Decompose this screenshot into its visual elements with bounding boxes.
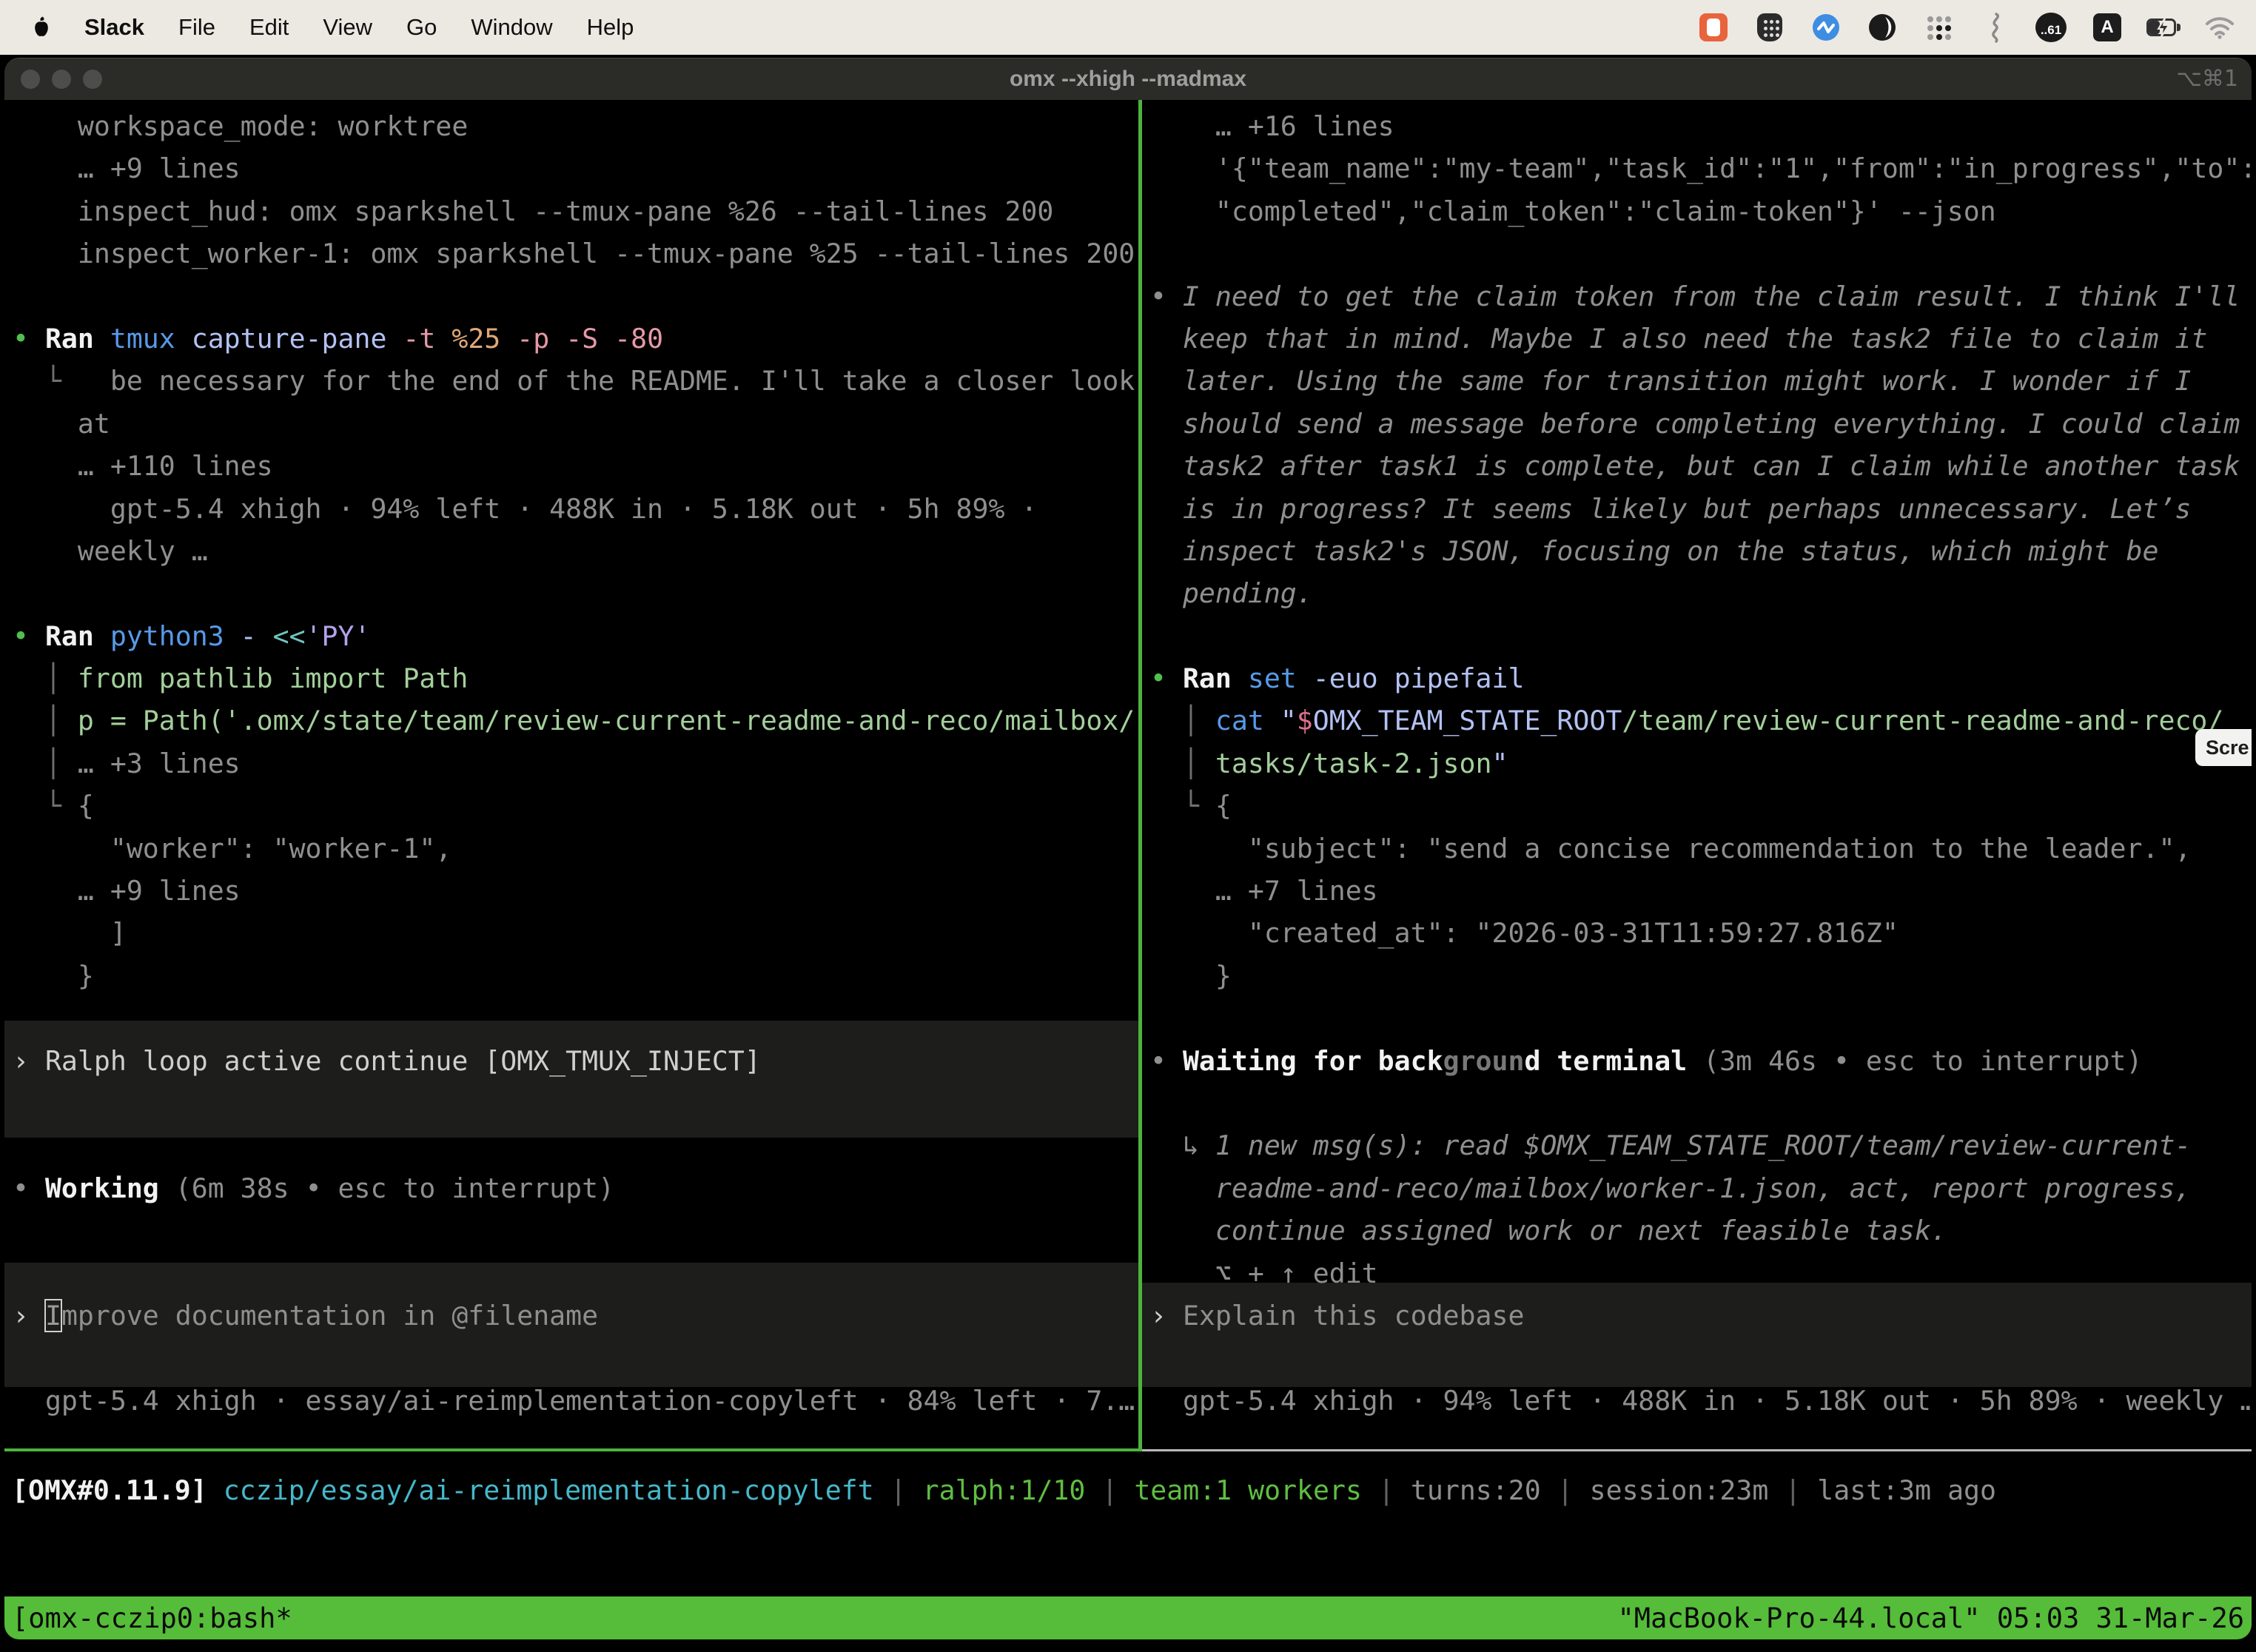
terminal-line: └ { — [13, 785, 1138, 827]
terminal-line: inspect task2's JSON, focusing on the st… — [1150, 530, 2252, 572]
menu-item-file[interactable]: File — [178, 14, 215, 41]
terminal-line: is in progress? It seems likely but perh… — [1150, 488, 2252, 530]
terminal-line: weekly … — [13, 530, 1138, 572]
terminal-line: "created_at": "2026-03-31T11:59:27.816Z" — [1150, 912, 2252, 954]
terminal-line: gpt-5.4 xhigh · 94% left · 488K in · 5.1… — [13, 488, 1138, 530]
menu-bar: Slack File Edit View Go Window Help ..61… — [0, 0, 2256, 55]
terminal-line: workspace_mode: worktree — [13, 105, 1138, 147]
terminal-line: • Ran python3 - <<'PY' — [13, 615, 1138, 657]
terminal-line: continue assigned work or next feasible … — [1150, 1209, 2252, 1252]
terminal-line: › Explain this codebase — [1150, 1295, 2252, 1337]
apple-menu-icon[interactable] — [31, 16, 50, 38]
terminal-line: … +7 lines — [1150, 870, 2252, 912]
menu-app-name[interactable]: Slack — [84, 14, 144, 41]
terminal-line — [13, 1124, 1138, 1166]
terminal-line: │ p = Path('.omx/state/team/review-curre… — [13, 699, 1138, 742]
terminal-line: … +110 lines — [13, 445, 1138, 487]
terminal-line: } — [1150, 955, 2252, 997]
terminal-line: task2 after task1 is complete, but can I… — [1150, 445, 2252, 487]
terminal-line: gpt-5.4 xhigh · essay/ai-reimplementatio… — [13, 1380, 1138, 1422]
window-shortcut-badge: ⌥⌘1 — [2176, 58, 2238, 100]
right-pane-bottom-border — [1142, 1449, 2252, 1451]
terminal-line — [13, 572, 1138, 614]
tmux-host-time-label: "MacBook-Pro-44.local" 05:03 31-Mar-26 — [1618, 1602, 2244, 1634]
terminal-line — [1150, 1082, 2252, 1124]
terminal-line: at — [13, 403, 1138, 445]
terminal-line — [13, 1209, 1138, 1252]
terminal-line: • Ran set -euo pipefail — [1150, 657, 2252, 699]
menu-item-edit[interactable]: Edit — [249, 14, 289, 41]
terminal-line — [1150, 997, 2252, 1039]
terminal-line: inspect_hud: omx sparkshell --tmux-pane … — [13, 190, 1138, 232]
terminal-line: "subject": "send a concise recommendatio… — [1150, 827, 2252, 870]
terminal-line: • Ran tmux capture-pane -t %25 -p -S -80 — [13, 318, 1138, 360]
terminal-line — [1150, 615, 2252, 657]
window-titlebar[interactable]: omx --xhigh --madmax ⌥⌘1 — [4, 58, 2252, 100]
terminal-line: pending. — [1150, 572, 2252, 614]
terminal-line: • Waiting for background terminal (3m 46… — [1150, 1040, 2252, 1082]
screen-tooltip: Scre — [2195, 729, 2252, 766]
badge-61-icon[interactable]: ..61 — [2034, 10, 2068, 44]
terminal-line: › Improve documentation in @filename — [13, 1295, 1138, 1337]
terminal-line — [1150, 232, 2252, 275]
terminal-line: keep that in mind. Maybe I also need the… — [1150, 318, 2252, 360]
terminal-line — [13, 997, 1138, 1039]
menu-item-window[interactable]: Window — [471, 14, 552, 41]
squiggle-icon[interactable] — [1978, 10, 2012, 44]
tmux-status-bar[interactable]: [omx-cczip0:bash* "MacBook-Pro-44.local"… — [4, 1596, 2252, 1639]
terminal-line: "completed","claim_token":"claim-token"}… — [1150, 190, 2252, 232]
terminal-line: │ from pathlib import Path — [13, 657, 1138, 699]
terminal-line: ⌥ + ↑ edit — [1150, 1252, 2252, 1295]
keyboard-a-icon[interactable]: A — [2090, 10, 2124, 44]
terminal-line — [13, 275, 1138, 318]
terminal-line — [13, 1337, 1138, 1379]
terminal-line: ] — [13, 912, 1138, 954]
tmux-pane-right[interactable]: … +16 lines '{"team_name":"my-team","tas… — [1142, 100, 2252, 1450]
terminal-line — [13, 1252, 1138, 1295]
shield-grid-icon[interactable] — [1753, 10, 1787, 44]
terminal-line: '{"team_name":"my-team","task_id":"1","f… — [1150, 147, 2252, 189]
moon-circle-icon[interactable] — [1865, 10, 1899, 44]
terminal-line: │ cat "$OMX_TEAM_STATE_ROOT/team/review-… — [1150, 699, 2252, 742]
terminal-line: readme-and-reco/mailbox/worker-1.json, a… — [1150, 1167, 2252, 1209]
menu-item-view[interactable]: View — [323, 14, 372, 41]
terminal-line: should send a message before completing … — [1150, 403, 2252, 445]
dots-grid-icon[interactable] — [1921, 10, 1955, 44]
left-pane-bottom-border — [4, 1448, 1138, 1451]
right-pane-rows: … +16 lines '{"team_name":"my-team","tas… — [1142, 100, 2252, 1422]
left-pane-rows: workspace_mode: worktree … +9 lines insp… — [4, 100, 1138, 1422]
terminal-line: › Ralph loop active continue [OMX_TMUX_I… — [13, 1040, 1138, 1082]
sync-blue-circle-icon[interactable] — [1809, 10, 1843, 44]
terminal-line — [13, 1082, 1138, 1124]
chat-app-icon[interactable] — [1696, 10, 1730, 44]
menu-item-help[interactable]: Help — [587, 14, 634, 41]
window-title: omx --xhigh --madmax — [4, 58, 2252, 100]
terminal-line: │ tasks/task-2.json" — [1150, 742, 2252, 785]
terminal-line: │ … +3 lines — [13, 742, 1138, 785]
terminal-line: … +9 lines — [13, 147, 1138, 189]
terminal-line: … +9 lines — [13, 870, 1138, 912]
terminal-line: "worker": "worker-1", — [13, 827, 1138, 870]
terminal-window: omx --xhigh --madmax ⌥⌘1 workspace_mode:… — [4, 58, 2252, 1639]
battery-charging-icon[interactable] — [2146, 10, 2181, 44]
wifi-icon[interactable] — [2203, 10, 2237, 44]
tmux-session-label: [omx-cczip0:bash* — [12, 1602, 292, 1634]
tmux-pane-left[interactable]: workspace_mode: worktree … +9 lines insp… — [4, 100, 1138, 1450]
terminal-line: … +16 lines — [1150, 105, 2252, 147]
terminal-line: inspect_worker-1: omx sparkshell --tmux-… — [13, 232, 1138, 275]
terminal-line — [1150, 1337, 2252, 1379]
terminal-line: gpt-5.4 xhigh · 94% left · 488K in · 5.1… — [1150, 1380, 2252, 1422]
terminal-line: } — [13, 955, 1138, 997]
terminal-line: ↳ 1 new msg(s): read $OMX_TEAM_STATE_ROO… — [1150, 1124, 2252, 1166]
terminal-line: later. Using the same for transition mig… — [1150, 360, 2252, 402]
terminal-line: • I need to get the claim token from the… — [1150, 275, 2252, 318]
menu-item-go[interactable]: Go — [406, 14, 437, 41]
terminal-line: └ be necessary for the end of the README… — [13, 360, 1138, 402]
terminal-line: └ { — [1150, 785, 2252, 827]
omx-status-line: [OMX#0.11.9] cczip/essay/ai-reimplementa… — [12, 1469, 2252, 1512]
terminal-line: • Working (6m 38s • esc to interrupt) — [13, 1167, 1138, 1209]
